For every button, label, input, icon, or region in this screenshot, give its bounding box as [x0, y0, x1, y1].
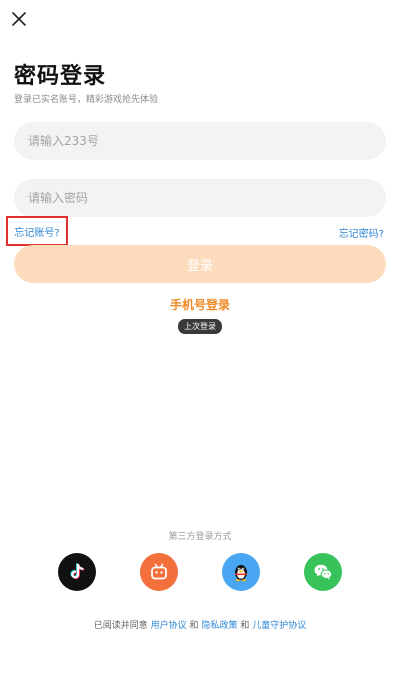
agreement-and-1: 和 — [189, 621, 199, 631]
third-party-title: 第三方登录方式 — [168, 532, 232, 542]
account-input[interactable] — [14, 122, 386, 160]
phone-login-link[interactable]: 手机号登录 — [0, 296, 400, 313]
page-subtitle: 登录已实名账号，精彩游戏抢先体验 — [14, 95, 159, 105]
wechat-login-button[interactable] — [304, 553, 342, 591]
tiktok-login-button[interactable] — [58, 553, 96, 591]
password-input[interactable] — [14, 179, 386, 217]
last-login-badge: 上次登录 — [178, 319, 222, 334]
qq-penguin-icon — [235, 565, 247, 582]
wechat-icon — [314, 564, 333, 580]
agreement-prefix: 已阅读并同意 — [93, 621, 148, 631]
agreement-and-2: 和 — [240, 621, 250, 631]
child-protection-link[interactable]: 儿童守护协议 — [252, 621, 306, 631]
tiktok-icon — [70, 563, 85, 579]
bilibili-icon — [151, 563, 167, 580]
page-title: 密码登录 — [14, 64, 107, 89]
bilibili-login-button[interactable] — [140, 553, 178, 591]
login-button[interactable]: 登录 — [14, 245, 386, 283]
login-button-label: 登录 — [186, 258, 213, 274]
user-agreement-link[interactable]: 用户协议 — [151, 621, 187, 631]
qq-login-button[interactable] — [222, 553, 260, 591]
close-icon — [12, 12, 26, 26]
privacy-policy-link[interactable]: 隐私政策 — [201, 621, 237, 631]
agreement-text: 已阅读并同意 用户协议 和 隐私政策 和 儿童守护协议 — [0, 618, 400, 631]
forgot-account-label: 忘记账号? — [14, 227, 60, 239]
forgot-password-link[interactable]: 忘记密码? — [339, 225, 384, 240]
last-login-badge-wrap: 上次登录 — [0, 314, 400, 334]
forgot-account-link[interactable]: 忘记账号? — [6, 216, 68, 246]
close-button[interactable] — [6, 6, 32, 32]
